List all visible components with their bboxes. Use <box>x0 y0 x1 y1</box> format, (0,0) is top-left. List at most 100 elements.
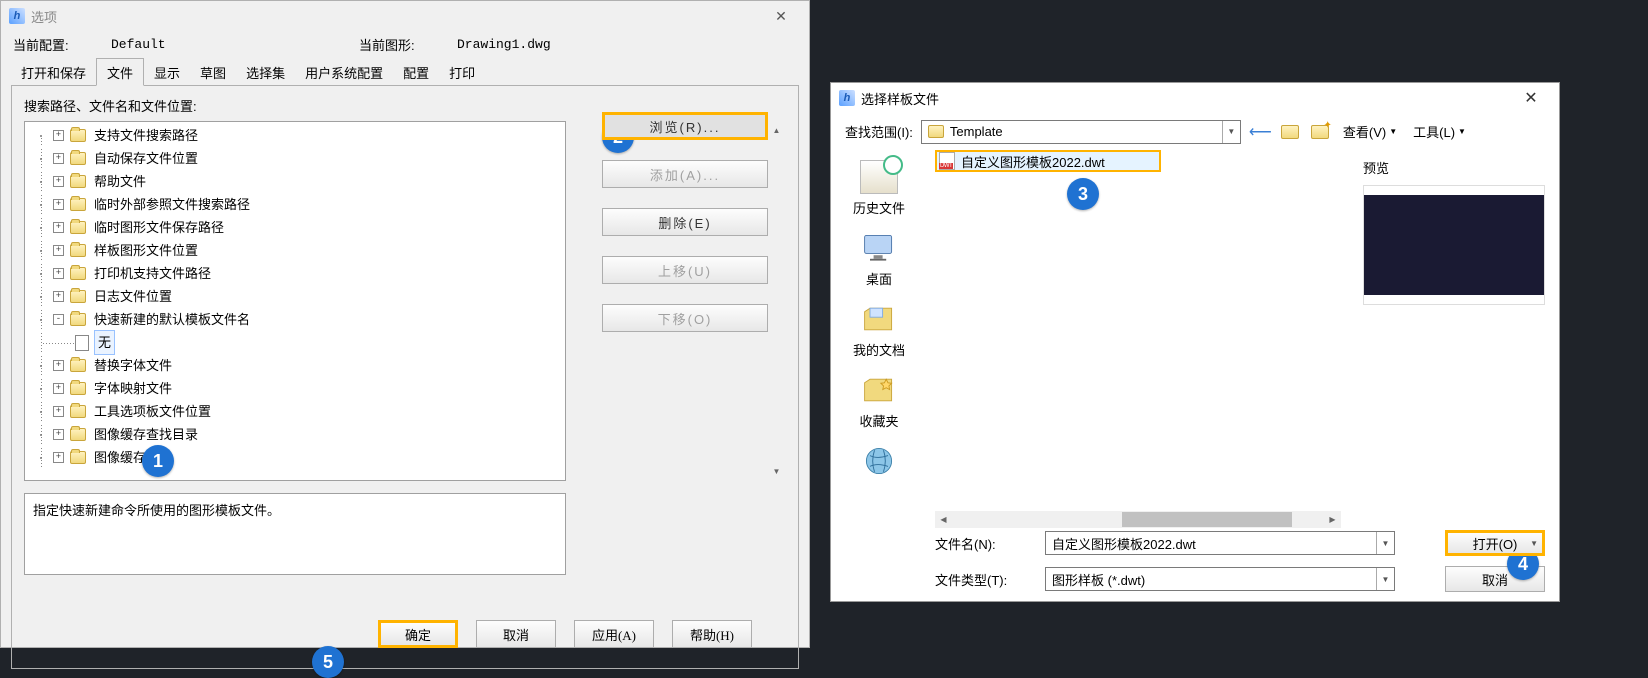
expand-icon[interactable]: + <box>53 429 64 440</box>
expand-icon[interactable]: + <box>53 406 64 417</box>
expand-icon[interactable]: + <box>53 452 64 463</box>
tree-item[interactable]: +替换字体文件 <box>25 354 565 377</box>
step-badge-1: 1 <box>142 445 174 477</box>
scroll-left-icon[interactable]: ◀ <box>935 511 952 528</box>
place-favorites[interactable]: 收藏夹 <box>839 373 919 430</box>
tree-item[interactable]: + 工具选项板文件位置 <box>25 400 565 423</box>
expand-icon[interactable]: + <box>53 291 64 302</box>
expand-icon[interactable]: + <box>53 176 64 187</box>
chevron-down-icon[interactable]: ▼ <box>1376 532 1394 554</box>
filename-field[interactable]: 自定义图形模板2022.dwt ▼ <box>1045 531 1395 555</box>
tree-item[interactable]: + 日志文件位置 <box>25 285 565 308</box>
tree-item[interactable]: + 样板图形文件位置 <box>25 239 565 262</box>
description-box: 指定快速新建命令所使用的图形模板文件。 <box>24 493 566 575</box>
file-icon <box>75 335 89 351</box>
look-in-combo[interactable]: Template ▼ <box>921 120 1241 144</box>
folder-icon <box>70 405 86 418</box>
tab-files[interactable]: 文件 <box>96 58 144 86</box>
tree-item[interactable]: +字体映射文件 <box>25 377 565 400</box>
place-desktop[interactable]: 桌面 <box>839 231 919 288</box>
scroll-up-icon[interactable]: ▲ <box>768 122 785 139</box>
scroll-thumb[interactable] <box>1122 512 1292 527</box>
filename-label: 文件名(N): <box>935 534 1035 553</box>
open-button[interactable]: 打开(O)▼ <box>1445 530 1545 556</box>
step-badge-5: 5 <box>312 646 344 678</box>
new-folder-icon[interactable] <box>1309 125 1331 139</box>
tab-display[interactable]: 显示 <box>144 59 190 86</box>
filetype-field[interactable]: 图形样板 (*.dwt) ▼ <box>1045 567 1395 591</box>
tree-item-label: 图像缓存查找目录 <box>91 423 201 446</box>
help-button[interactable]: 帮助(H) <box>672 620 752 648</box>
file-item-dwt[interactable]: 自定义图形模板2022.dwt <box>935 150 1161 172</box>
tree-item[interactable]: + 图像缓存查找目录 <box>25 423 565 446</box>
tab-strip: 打开和保存 文件 显示 草图 选择集 用户系统配置 配置 打印 <box>1 60 809 86</box>
tab-print[interactable]: 打印 <box>439 59 485 86</box>
expand-icon[interactable]: + <box>53 199 64 210</box>
tab-open-save[interactable]: 打开和保存 <box>11 59 96 86</box>
scroll-track[interactable] <box>768 139 785 463</box>
expand-icon[interactable]: + <box>53 383 64 394</box>
file-list[interactable]: 自定义图形模板2022.dwt 3 ◀ ▶ 4 <box>927 150 1349 530</box>
tools-menu-button[interactable]: 工具(L)▼ <box>1409 119 1470 144</box>
tree-item[interactable]: +支持文件搜索路径 <box>25 124 565 147</box>
close-icon[interactable]: ✕ <box>761 1 801 31</box>
tree-item[interactable]: +图像缓存目录 <box>25 446 565 469</box>
tree-item[interactable]: + 临时外部参照文件搜索路径 <box>25 193 565 216</box>
place-history[interactable]: 历史文件 <box>839 160 919 217</box>
tree-item-label: 打印机支持文件路径 <box>91 262 214 285</box>
folder-icon <box>70 382 86 395</box>
tree-item-label: 日志文件位置 <box>91 285 175 308</box>
tree-item[interactable]: +帮助文件 <box>25 170 565 193</box>
app-icon: h <box>9 8 25 24</box>
scrollbar-vertical[interactable]: ▲ ▼ <box>768 122 785 480</box>
add-button[interactable]: 添加(A)... <box>602 160 768 188</box>
places-bar: 历史文件 桌面 我的文档 收藏夹 <box>831 150 927 530</box>
move-up-button[interactable]: 上移(U) <box>602 256 768 284</box>
tab-selection[interactable]: 选择集 <box>236 59 295 86</box>
dialog-title: 选项 <box>31 7 57 26</box>
cancel-button[interactable]: 取消 <box>476 620 556 648</box>
place-documents[interactable]: 我的文档 <box>839 302 919 359</box>
tree-item-label: 样板图形文件位置 <box>91 239 201 262</box>
scroll-down-icon[interactable]: ▼ <box>768 463 785 480</box>
scroll-right-icon[interactable]: ▶ <box>1324 511 1341 528</box>
expand-icon[interactable]: + <box>53 245 64 256</box>
expand-icon[interactable]: - <box>53 314 64 325</box>
tree-item-child[interactable]: 无 <box>25 331 565 354</box>
chevron-down-icon[interactable]: ▼ <box>1222 121 1240 143</box>
ok-button[interactable]: 确定 <box>378 620 458 648</box>
tree-item-label: 工具选项板文件位置 <box>91 400 214 423</box>
place-ftp[interactable] <box>839 444 919 482</box>
look-in-value: Template <box>950 124 1003 139</box>
tree-item[interactable]: +自动保存文件位置 <box>25 147 565 170</box>
chevron-down-icon[interactable]: ▼ <box>1376 568 1394 590</box>
scrollbar-horizontal[interactable]: ◀ ▶ <box>935 511 1341 528</box>
tree-item[interactable]: -快速新建的默认模板文件名 <box>25 308 565 331</box>
tree-item[interactable]: + 打印机支持文件路径 <box>25 262 565 285</box>
view-menu-button[interactable]: 查看(V)▼ <box>1339 119 1401 144</box>
browse-button[interactable]: 浏览(R)... <box>602 112 768 140</box>
expand-icon[interactable]: + <box>53 130 64 141</box>
back-icon[interactable]: ⟵ <box>1249 122 1271 142</box>
folder-icon <box>70 313 86 326</box>
tree-item[interactable]: +临时图形文件保存路径 <box>25 216 565 239</box>
apply-button[interactable]: 应用(A) <box>574 620 654 648</box>
expand-icon[interactable]: + <box>53 222 64 233</box>
folder-icon <box>70 198 86 211</box>
delete-button[interactable]: 删除(E) <box>602 208 768 236</box>
tab-sketch[interactable]: 草图 <box>190 59 236 86</box>
tab-user-system[interactable]: 用户系统配置 <box>295 59 393 86</box>
expand-icon[interactable]: + <box>53 360 64 371</box>
filetype-label: 文件类型(T): <box>935 570 1035 589</box>
expand-icon[interactable]: + <box>53 268 64 279</box>
tab-profiles[interactable]: 配置 <box>393 59 439 86</box>
close-icon[interactable]: ✕ <box>1511 83 1551 113</box>
folder-icon <box>70 244 86 257</box>
up-folder-icon[interactable] <box>1279 125 1301 139</box>
preview-pane: 预览 <box>1349 150 1559 530</box>
move-down-button[interactable]: 下移(O) <box>602 304 768 332</box>
tree-item-label: 临时外部参照文件搜索路径 <box>91 193 253 216</box>
path-tree[interactable]: +支持文件搜索路径+自动保存文件位置+帮助文件+临时外部参照文件搜索路径+临时图… <box>24 121 566 481</box>
app-icon: h <box>839 90 855 106</box>
expand-icon[interactable]: + <box>53 153 64 164</box>
